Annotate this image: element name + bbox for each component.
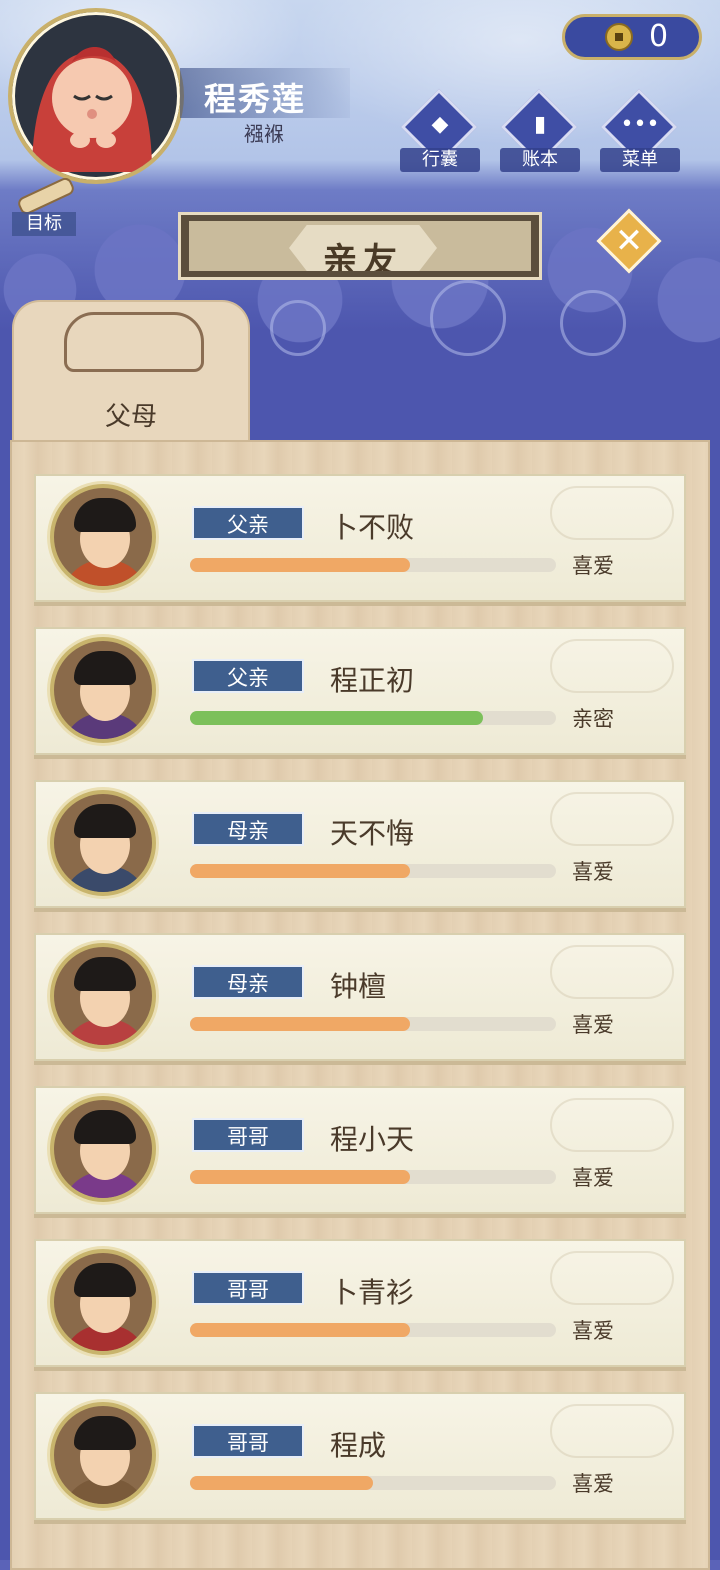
affinity-bar — [190, 1323, 556, 1337]
bag-label: 行囊 — [400, 148, 480, 172]
goal-label: 目标 — [12, 212, 76, 236]
affinity-bar — [190, 711, 556, 725]
baby-portrait-icon — [32, 47, 152, 172]
relative-avatar[interactable] — [50, 484, 156, 590]
title-plaque: 亲友 — [178, 212, 542, 280]
relative-name: 程正初 — [330, 664, 415, 697]
swirl-decoration — [560, 290, 626, 356]
swirl-decoration — [270, 300, 326, 356]
relation-badge: 父亲 — [192, 506, 304, 540]
hair — [74, 1263, 136, 1297]
relation-badge: 哥哥 — [192, 1424, 304, 1458]
menu-label: 菜单 — [600, 148, 680, 172]
relative-avatar[interactable] — [50, 1402, 156, 1508]
relative-card[interactable]: 哥哥 程成 喜爱 — [34, 1392, 686, 1520]
bag-button[interactable]: ◆ 行囊 — [400, 88, 480, 176]
hair — [74, 804, 136, 838]
hair — [74, 957, 136, 991]
affinity-bar — [190, 1476, 556, 1490]
relation-badge: 母亲 — [192, 812, 304, 846]
page-title: 亲友 — [323, 241, 403, 281]
cloud-ornament-icon — [64, 312, 204, 372]
relation-badge: 哥哥 — [192, 1118, 304, 1152]
relation-badge: 父亲 — [192, 659, 304, 693]
relative-name: 程成 — [330, 1429, 387, 1462]
affinity-bar-fill — [190, 1170, 410, 1184]
hair — [74, 1110, 136, 1144]
relative-avatar[interactable] — [50, 1249, 156, 1355]
cloud-decoration — [550, 945, 674, 999]
currency-display: 0 — [562, 14, 702, 60]
affinity-status: 喜爱 — [572, 554, 614, 578]
swirl-decoration — [430, 280, 506, 356]
cloud-decoration — [550, 1404, 674, 1458]
close-icon[interactable]: ✕ — [606, 218, 652, 264]
tab-parents[interactable]: 父母 — [12, 300, 250, 450]
relative-card[interactable]: 父亲 卜不败 喜爱 — [34, 474, 686, 602]
hair — [74, 498, 136, 532]
hair — [74, 651, 136, 685]
cloud-decoration — [550, 486, 674, 540]
affinity-bar-fill — [190, 1017, 410, 1031]
relation-badge: 哥哥 — [192, 1271, 304, 1305]
goal-button[interactable]: 目标 — [12, 177, 84, 238]
affinity-status: 喜爱 — [572, 1013, 614, 1037]
ledger-label: 账本 — [500, 148, 580, 172]
relative-name: 钟檀 — [330, 970, 387, 1003]
copper-coin-icon — [605, 23, 633, 51]
relative-name: 天不悔 — [330, 817, 415, 850]
player-name: 程秀莲 — [204, 80, 307, 118]
relative-card[interactable]: 父亲 程正初 亲密 — [34, 627, 686, 755]
hair — [74, 1416, 136, 1450]
affinity-status: 亲密 — [572, 707, 614, 731]
affinity-status: 喜爱 — [572, 860, 614, 884]
affinity-status: 喜爱 — [572, 1319, 614, 1343]
relative-card[interactable]: 哥哥 程小天 喜爱 — [34, 1086, 686, 1214]
relative-name: 程小天 — [330, 1123, 415, 1156]
affinity-bar — [190, 558, 556, 572]
relation-badge: 母亲 — [192, 965, 304, 999]
affinity-bar-fill — [190, 1476, 373, 1490]
affinity-bar — [190, 1170, 556, 1184]
relative-card[interactable]: 母亲 天不悔 喜爱 — [34, 780, 686, 908]
relative-avatar[interactable] — [50, 1096, 156, 1202]
affinity-bar — [190, 864, 556, 878]
currency-amount: 0 — [649, 19, 669, 54]
relative-name: 卜不败 — [330, 511, 415, 544]
affinity-status: 喜爱 — [572, 1166, 614, 1190]
relative-card[interactable]: 哥哥 卜青衫 喜爱 — [34, 1239, 686, 1367]
cloud-decoration — [550, 639, 674, 693]
tab-label: 父母 — [104, 402, 157, 432]
menu-button[interactable]: ••• 菜单 — [600, 88, 680, 176]
ledger-button[interactable]: ▮ 账本 — [500, 88, 580, 176]
relative-avatar[interactable] — [50, 943, 156, 1049]
relatives-list: 父亲 卜不败 喜爱 父亲 程正初 亲密 母亲 天不悔 喜爱 母亲 钟檀 喜爱 哥… — [34, 474, 686, 1545]
cloud-decoration — [550, 1098, 674, 1152]
affinity-bar-fill — [190, 558, 410, 572]
affinity-status: 喜爱 — [572, 1472, 614, 1496]
player-age-stage: 襁褓 — [244, 122, 284, 146]
relative-avatar[interactable] — [50, 637, 156, 743]
relative-card[interactable]: 母亲 钟檀 喜爱 — [34, 933, 686, 1061]
cloud-decoration — [550, 792, 674, 846]
player-avatar[interactable] — [8, 8, 184, 184]
affinity-bar-fill — [190, 864, 410, 878]
affinity-bar-fill — [190, 711, 483, 725]
relative-avatar[interactable] — [50, 790, 156, 896]
affinity-bar-fill — [190, 1323, 410, 1337]
relative-name: 卜青衫 — [330, 1276, 415, 1309]
cloud-decoration — [550, 1251, 674, 1305]
affinity-bar — [190, 1017, 556, 1031]
